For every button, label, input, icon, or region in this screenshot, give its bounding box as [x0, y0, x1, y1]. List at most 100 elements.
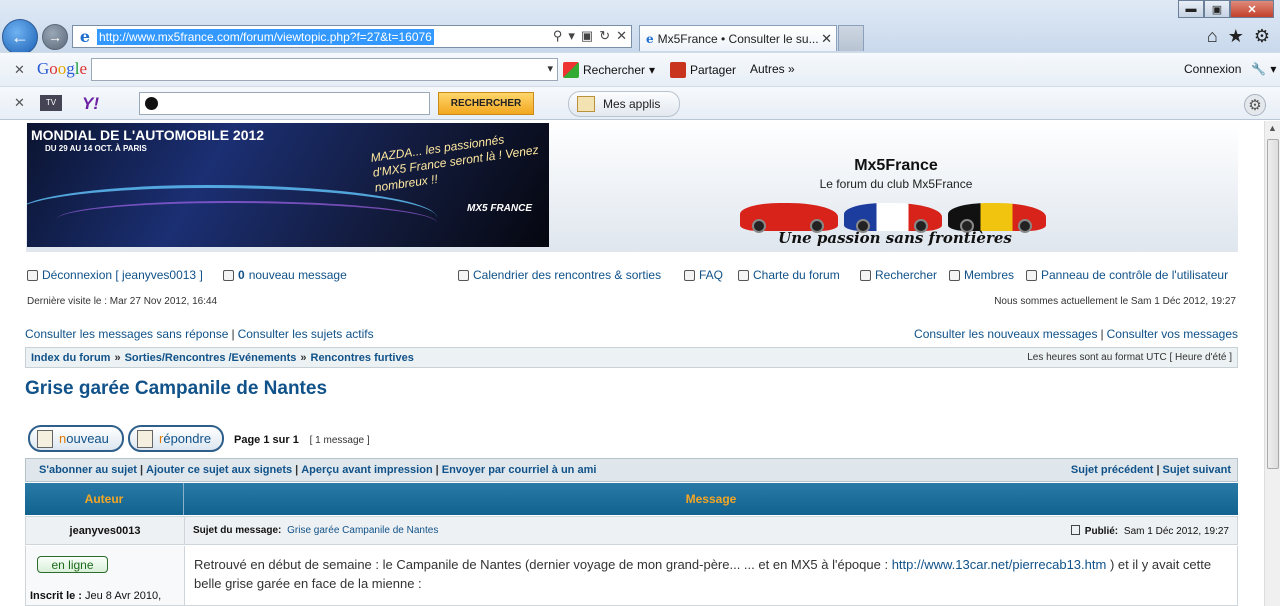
compat-view-icon[interactable]: ▣ [581, 28, 593, 44]
back-button[interactable]: ← [2, 19, 38, 55]
registered-date: Inscrit le : Jeu 8 Avr 2010, [30, 590, 162, 602]
mondial-banner[interactable]: MONDIAL DE L'AUTOMOBILE 2012 DU 29 AU 14… [27, 123, 549, 247]
forum-header: MONDIAL DE L'AUTOMOBILE 2012 DU 29 AU 14… [26, 121, 1238, 252]
site-logo[interactable]: Une passion sans frontières [740, 199, 1050, 247]
scrollbar-thumb[interactable] [1267, 139, 1279, 469]
login-button[interactable]: Connexion 🔧 ▾ [1184, 62, 1276, 76]
menu-faq[interactable]: FAQ [684, 268, 723, 282]
pagination: Page 1 sur 1 [ 1 message ] [234, 434, 370, 446]
bookmark-link[interactable]: Ajouter ce sujet aux signets [146, 464, 292, 476]
browser-titlebar: ← → e http://www.mx5france.com/forum/vie… [0, 0, 1280, 55]
banner-logo: MX5 FRANCE [467, 203, 533, 214]
post-icon[interactable] [1071, 524, 1081, 535]
logout-icon [27, 269, 38, 281]
menu-logout[interactable]: Déconnexion [ jeanyves0013 ] [27, 268, 203, 282]
post-body: en ligne Inscrit le : Jeu 8 Avr 2010, Ret… [25, 546, 1238, 606]
page-info: Page 1 sur 1 [234, 434, 299, 446]
home-icon[interactable]: ⌂ [1207, 26, 1218, 47]
post-subject-link[interactable]: Grise garée Campanile de Nantes [287, 525, 438, 536]
banner-dates: DU 29 AU 14 OCT. À PARIS [45, 144, 147, 153]
yahoo-search-button[interactable]: RECHERCHER [438, 92, 534, 115]
search-icon[interactable]: ⚲ [553, 28, 563, 44]
slogan: Une passion sans frontières [778, 229, 1012, 247]
topic-title[interactable]: Grise garée Campanile de Nantes [25, 378, 327, 400]
banner-title: MONDIAL DE L'AUTOMOBILE 2012 [31, 127, 265, 143]
link-active-topics[interactable]: Consulter les sujets actifs [238, 327, 374, 341]
menu-charter[interactable]: Charte du forum [738, 268, 840, 282]
menu-new-messages[interactable]: 0 nouveau message [223, 268, 347, 282]
address-bar[interactable]: e http://www.mx5france.com/forum/viewtop… [72, 25, 632, 48]
tools-gear-icon[interactable]: ⚙ [1254, 26, 1270, 47]
reply-button[interactable]: r épondre [128, 425, 224, 452]
maximize-button[interactable]: ▣ [1204, 0, 1230, 18]
menu-search[interactable]: Rechercher [860, 268, 937, 282]
message-icon [223, 269, 234, 281]
scroll-up-icon[interactable]: ▲ [1268, 123, 1277, 133]
vertical-scrollbar[interactable]: ▲ [1264, 121, 1280, 606]
email-link[interactable]: Envoyer par courriel à un ami [442, 464, 597, 476]
breadcrumb-category[interactable]: Sorties/Rencontres /Evénements [125, 352, 297, 364]
tab-mx5france[interactable]: e Mx5France • Consulter le su... ✕ [639, 25, 837, 51]
post-subject: Sujet du message: Grise garée Campanile … [193, 525, 439, 536]
google-search-button[interactable]: Rechercher ▾ [563, 62, 655, 78]
favorites-star-icon[interactable]: ★ [1228, 26, 1244, 47]
my-apps-button[interactable]: Mes applis [568, 91, 680, 117]
share-button[interactable]: Partager [670, 62, 736, 78]
quick-links-right: Consulter les nouveaux messages | Consulte… [914, 327, 1238, 341]
message-count: [ 1 message ] [309, 435, 370, 446]
breadcrumb-separator: » [114, 351, 121, 364]
menu-calendar[interactable]: Calendrier des rencontres & sorties [458, 268, 661, 282]
close-toolbar-icon[interactable]: ✕ [14, 62, 25, 78]
yahoo-search-input[interactable] [139, 92, 430, 115]
tab-close-icon[interactable]: ✕ [821, 31, 832, 47]
refresh-icon[interactable]: ↻ [599, 28, 610, 44]
google-search-input[interactable] [91, 58, 558, 81]
more-button[interactable]: Autres » [750, 62, 795, 76]
charter-icon [738, 269, 749, 281]
ie-tab-icon: e [646, 31, 654, 46]
previous-topic-link[interactable]: Sujet précédent [1071, 464, 1154, 476]
new-topic-button[interactable]: n ouveau [28, 425, 124, 452]
online-badge: en ligne [37, 556, 108, 573]
column-author: Auteur [25, 483, 184, 515]
subscribe-link[interactable]: S'abonner au sujet [39, 464, 137, 476]
link-unanswered[interactable]: Consulter les messages sans réponse [25, 327, 228, 341]
close-window-button[interactable]: ✕ [1230, 0, 1274, 18]
wrench-icon: 🔧 [1251, 62, 1267, 76]
apps-icon [577, 96, 595, 112]
yahoo-toolbar: ✕ TV Y! RECHERCHER Mes applis ⚙ [0, 86, 1280, 120]
url-text[interactable]: http://www.mx5france.com/forum/viewtopic… [97, 28, 434, 45]
dropdown-icon[interactable]: ▾ [568, 28, 575, 44]
forward-button[interactable]: → [42, 24, 68, 50]
link-your-posts[interactable]: Consulter vos messages [1107, 327, 1238, 341]
close-toolbar-icon[interactable]: ✕ [14, 95, 25, 111]
breadcrumb-index[interactable]: Index du forum [31, 352, 110, 364]
next-topic-link[interactable]: Sujet suivant [1163, 464, 1231, 476]
google-toolbar: ✕ Google Rechercher▾ Partager Autres » C… [0, 52, 1280, 86]
minimize-button[interactable]: ▬ [1178, 0, 1204, 18]
last-visit: Dernière visite le : Mar 27 Nov 2012, 16… [27, 296, 218, 307]
breadcrumb-forum[interactable]: Rencontres furtives [311, 352, 414, 364]
menu-ucp[interactable]: Panneau de contrôle de l'utilisateur [1026, 268, 1228, 282]
post-author[interactable]: jeanyves0013 [26, 517, 185, 544]
breadcrumb: Index du forum » Sorties/Rencontres /Evé… [25, 347, 1238, 368]
address-bar-icons: ⚲ ▾ ▣ ↻ ✕ [553, 28, 627, 44]
yahoo-logo[interactable]: Y! [82, 94, 99, 114]
post-link[interactable]: http://www.13car.net/pierrecab13.htm [892, 557, 1107, 572]
tv-icon[interactable]: TV [40, 95, 62, 111]
link-new-posts[interactable]: Consulter les nouveaux messages [914, 327, 1097, 341]
tab-title: Mx5France • Consulter le su... [657, 31, 819, 46]
chevron-down-icon: ▾ [649, 63, 656, 77]
post-date: Publié: Sam 1 Déc 2012, 19:27 [1071, 524, 1229, 537]
site-subtitle: Le forum du club Mx5France [819, 177, 973, 191]
banner-text: MAZDA... les passionnés d'MX5 France ser… [369, 132, 540, 195]
print-link[interactable]: Aperçu avant impression [301, 464, 432, 476]
reply-icon [137, 429, 153, 448]
new-tab-button[interactable] [838, 25, 864, 51]
share-icon [670, 62, 686, 78]
window-buttons: ▬ ▣ ✕ [1178, 0, 1274, 18]
settings-gear-icon[interactable]: ⚙ [1244, 94, 1266, 116]
menu-members[interactable]: Membres [949, 268, 1014, 282]
stop-icon[interactable]: ✕ [616, 28, 627, 44]
banner-light-streak [57, 201, 437, 241]
